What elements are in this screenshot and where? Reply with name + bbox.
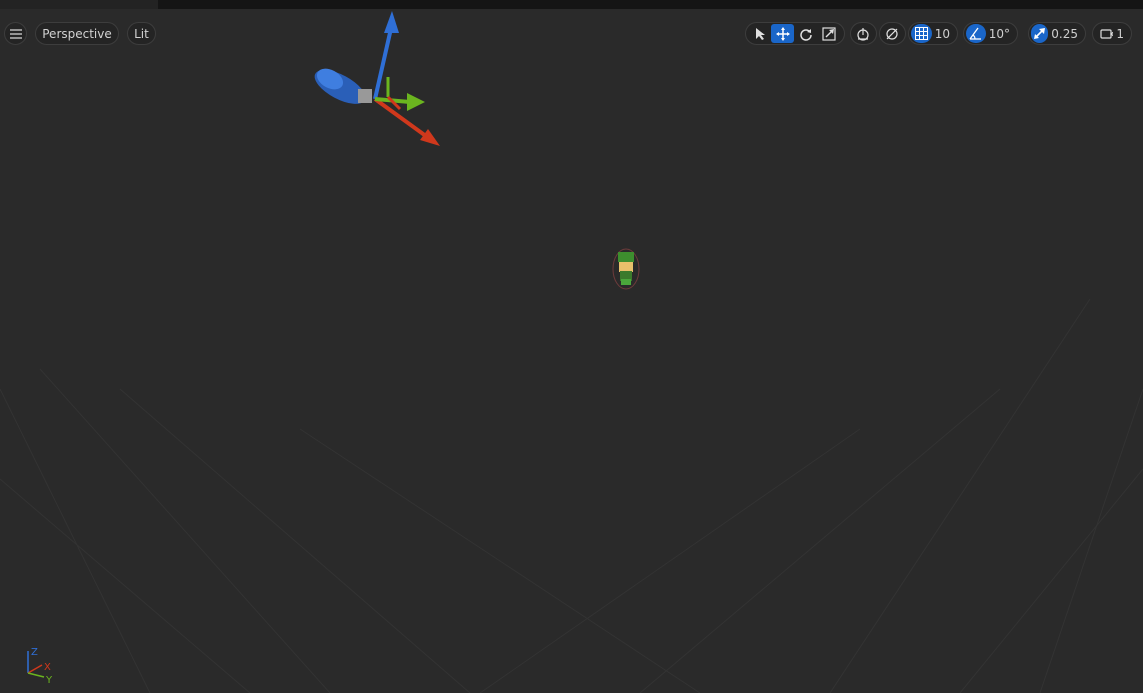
translate-icon (775, 26, 790, 41)
axis-z-label: Z (31, 647, 38, 658)
select-tool-button[interactable] (748, 24, 771, 43)
level-viewport[interactable]: Perspective Lit 10 10° 0.25 1 Z X Y (0, 9, 1143, 693)
grid-snap-toggle[interactable] (911, 24, 932, 43)
rotate-tool-button[interactable] (794, 24, 817, 43)
surface-snap-icon (886, 27, 898, 40)
axis-orientation-widget: Z X Y (27, 647, 53, 686)
scale-icon (821, 26, 836, 41)
active-tab[interactable] (0, 0, 158, 9)
transform-gizmo[interactable] (373, 11, 440, 146)
angle-icon (969, 27, 982, 40)
camera-icon (1100, 28, 1114, 39)
editor-tab-strip (0, 0, 1143, 9)
select-icon (755, 28, 765, 40)
view-mode-button[interactable]: Perspective (35, 22, 119, 45)
scale-tool-button[interactable] (817, 24, 840, 43)
rotation-snap-toggle[interactable] (966, 24, 986, 43)
camera-actor[interactable] (310, 63, 372, 110)
grid-snap-control[interactable]: 10 (908, 22, 958, 45)
scale-snap-control[interactable]: 0.25 (1028, 22, 1086, 45)
grid-icon (914, 27, 928, 40)
scale-snap-toggle[interactable] (1031, 24, 1049, 43)
scale-snap-value[interactable]: 0.25 (1048, 27, 1083, 41)
lighting-mode-button[interactable]: Lit (127, 22, 156, 45)
camera-speed-value[interactable]: 1 (1113, 27, 1129, 41)
axis-x-label: X (44, 662, 51, 673)
character-sprite[interactable] (612, 248, 640, 290)
viewport-menu-button[interactable] (4, 22, 27, 45)
rotate-icon (799, 28, 812, 41)
hamburger-icon (9, 28, 22, 39)
translate-tool-button[interactable] (771, 24, 794, 43)
surface-snapping-toggle[interactable] (879, 22, 906, 45)
world-space-icon (857, 27, 869, 41)
scene-layer (310, 11, 640, 290)
rotation-snap-value[interactable]: 10° (986, 27, 1015, 41)
local-world-toggle[interactable] (850, 22, 877, 45)
camera-speed-control[interactable]: 1 (1092, 22, 1132, 45)
axis-y-label: Y (45, 675, 53, 686)
rotation-snap-control[interactable]: 10° (963, 22, 1018, 45)
grid-snap-value[interactable]: 10 (932, 27, 955, 41)
transform-tools-group (745, 22, 845, 45)
scale-snap-icon (1034, 28, 1046, 39)
